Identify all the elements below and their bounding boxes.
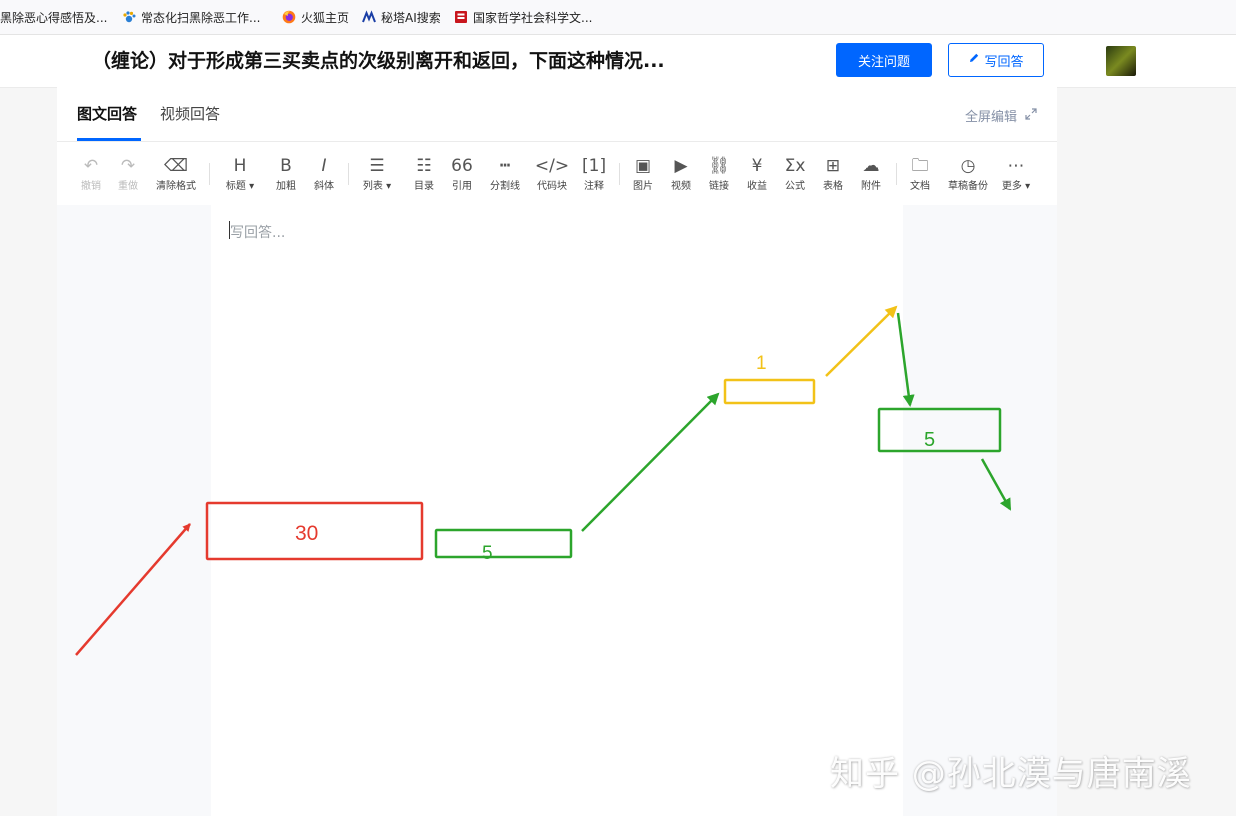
green-arrow-up: [581, 392, 720, 532]
yellow-box-label: 1: [756, 353, 767, 374]
green-box-label: 5: [482, 543, 493, 564]
green-box-right-label: 5: [924, 429, 935, 451]
yellow-arrow: [825, 305, 898, 377]
yellow-box: [723, 378, 816, 405]
red-box-label: 30: [295, 522, 318, 545]
green-box-right: [877, 407, 1002, 453]
green-arrow-down: [896, 312, 915, 407]
green-arrow-exit: [980, 458, 1012, 511]
green-box: [434, 528, 573, 559]
hand-drawn-diagram: 30 5 1 5: [75, 305, 1012, 656]
red-arrow: [75, 523, 191, 656]
watermark: 知乎 @孙北漠与唐南溪: [830, 754, 1192, 794]
